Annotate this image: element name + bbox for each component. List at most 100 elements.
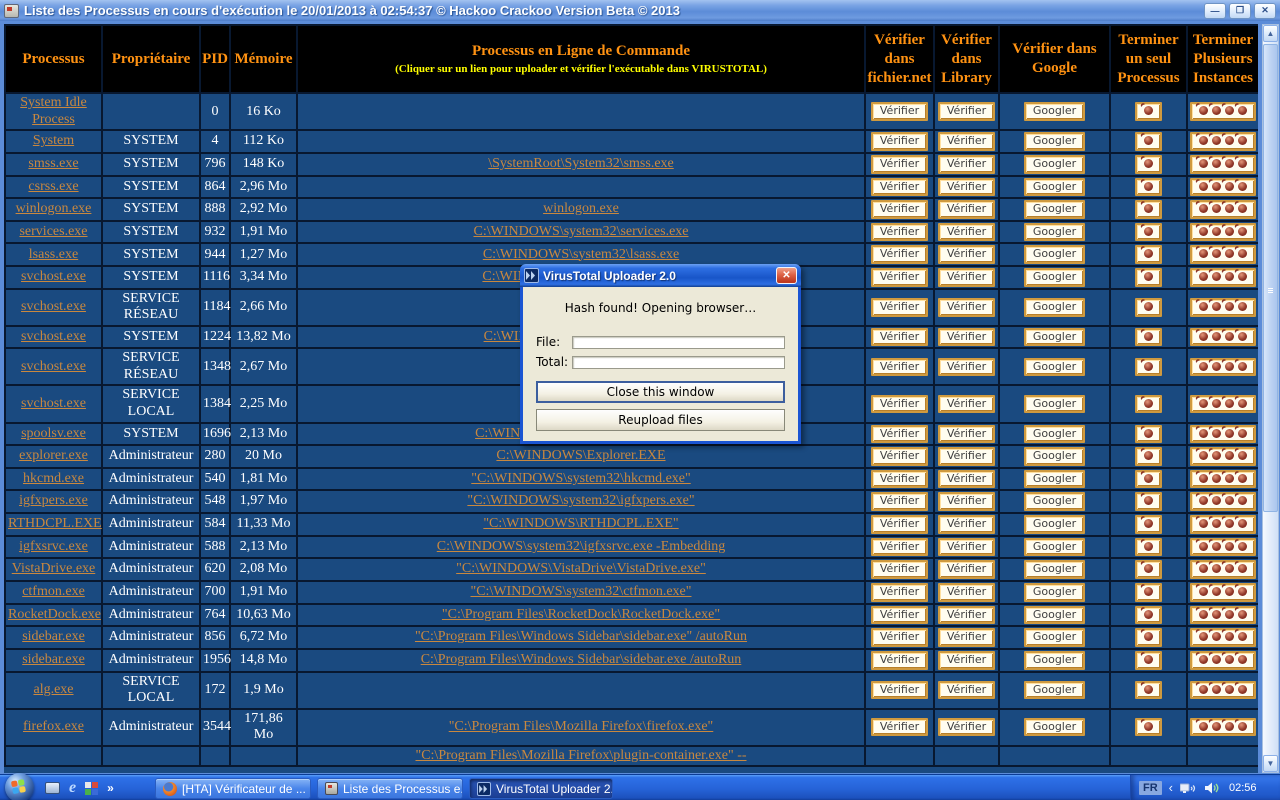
kill-process-button[interactable] bbox=[1135, 583, 1162, 602]
kill-process-button[interactable] bbox=[1135, 132, 1162, 151]
kill-instances-button[interactable] bbox=[1190, 200, 1256, 219]
reupload-files-button[interactable]: Reupload files bbox=[536, 409, 785, 431]
kill-process-button[interactable] bbox=[1135, 425, 1162, 444]
tray-chevron-icon[interactable]: ‹ bbox=[1169, 781, 1173, 794]
verify-fichier-button[interactable]: Vérifier bbox=[871, 223, 928, 242]
verify-fichier-button[interactable]: Vérifier bbox=[871, 470, 928, 489]
googler-button[interactable]: Googler bbox=[1024, 628, 1085, 647]
googler-button[interactable]: Googler bbox=[1024, 447, 1085, 466]
verify-library-button[interactable]: Vérifier bbox=[938, 328, 995, 347]
googler-button[interactable]: Googler bbox=[1024, 651, 1085, 670]
verify-library-button[interactable]: Vérifier bbox=[938, 132, 995, 151]
verify-library-button[interactable]: Vérifier bbox=[938, 583, 995, 602]
commandline-link[interactable]: "C:\WINDOWS\RTHDCPL.EXE" bbox=[483, 516, 678, 531]
taskbar-task-virustotal[interactable]: VirusTotal Uploader 2.0 bbox=[469, 778, 613, 799]
googler-button[interactable]: Googler bbox=[1024, 470, 1085, 489]
restore-button[interactable]: ❐ bbox=[1229, 3, 1251, 19]
verify-fichier-button[interactable]: Vérifier bbox=[871, 447, 928, 466]
kill-instances-button[interactable] bbox=[1190, 328, 1256, 347]
quick-launch-app-icon[interactable] bbox=[85, 782, 98, 795]
verify-library-button[interactable]: Vérifier bbox=[938, 395, 995, 414]
kill-instances-button[interactable] bbox=[1190, 470, 1256, 489]
kill-process-button[interactable] bbox=[1135, 681, 1162, 700]
kill-instances-button[interactable] bbox=[1190, 628, 1256, 647]
verify-library-button[interactable]: Vérifier bbox=[938, 245, 995, 264]
verify-library-button[interactable]: Vérifier bbox=[938, 268, 995, 287]
kill-instances-button[interactable] bbox=[1190, 425, 1256, 444]
close-button[interactable]: ✕ bbox=[1254, 3, 1276, 19]
googler-button[interactable]: Googler bbox=[1024, 102, 1085, 121]
verify-fichier-button[interactable]: Vérifier bbox=[871, 358, 928, 377]
commandline-link[interactable]: C:\WINDOWS\system32\igfxsrvc.exe -Embedd… bbox=[437, 539, 726, 554]
process-link[interactable]: alg.exe bbox=[33, 682, 73, 697]
dialog-close-icon[interactable]: ✕ bbox=[776, 267, 797, 284]
kill-instances-button[interactable] bbox=[1190, 155, 1256, 174]
commandline-link[interactable]: C:\WINDOWS\system32\lsass.exe bbox=[483, 247, 679, 262]
kill-process-button[interactable] bbox=[1135, 268, 1162, 287]
kill-process-button[interactable] bbox=[1135, 470, 1162, 489]
kill-process-button[interactable] bbox=[1135, 155, 1162, 174]
kill-process-button[interactable] bbox=[1135, 492, 1162, 511]
verify-library-button[interactable]: Vérifier bbox=[938, 492, 995, 511]
verify-fichier-button[interactable]: Vérifier bbox=[871, 681, 928, 700]
verify-library-button[interactable]: Vérifier bbox=[938, 102, 995, 121]
commandline-link[interactable]: \SystemRoot\System32\smss.exe bbox=[488, 156, 674, 171]
process-link[interactable]: svchost.exe bbox=[21, 269, 86, 284]
process-link[interactable]: svchost.exe bbox=[21, 299, 86, 314]
verify-fichier-button[interactable]: Vérifier bbox=[871, 102, 928, 121]
kill-process-button[interactable] bbox=[1135, 200, 1162, 219]
verify-fichier-button[interactable]: Vérifier bbox=[871, 560, 928, 579]
kill-instances-button[interactable] bbox=[1190, 606, 1256, 625]
verify-library-button[interactable]: Vérifier bbox=[938, 560, 995, 579]
kill-process-button[interactable] bbox=[1135, 395, 1162, 414]
kill-instances-button[interactable] bbox=[1190, 102, 1256, 121]
process-link[interactable]: hkcmd.exe bbox=[23, 471, 84, 486]
kill-instances-button[interactable] bbox=[1190, 298, 1256, 317]
process-link[interactable]: System bbox=[33, 133, 74, 148]
commandline-link[interactable]: "C:\Program Files\RocketDock\RocketDock.… bbox=[442, 607, 720, 622]
googler-button[interactable]: Googler bbox=[1024, 606, 1085, 625]
verify-library-button[interactable]: Vérifier bbox=[938, 178, 995, 197]
verify-fichier-button[interactable]: Vérifier bbox=[871, 298, 928, 317]
kill-instances-button[interactable] bbox=[1190, 358, 1256, 377]
verify-fichier-button[interactable]: Vérifier bbox=[871, 606, 928, 625]
googler-button[interactable]: Googler bbox=[1024, 268, 1085, 287]
verify-fichier-button[interactable]: Vérifier bbox=[871, 155, 928, 174]
kill-process-button[interactable] bbox=[1135, 245, 1162, 264]
verify-fichier-button[interactable]: Vérifier bbox=[871, 515, 928, 534]
commandline-link[interactable]: "C:\Program Files\Windows Sidebar\sideba… bbox=[415, 629, 747, 644]
process-link[interactable]: svchost.exe bbox=[21, 359, 86, 374]
process-link[interactable]: services.exe bbox=[19, 224, 87, 239]
kill-process-button[interactable] bbox=[1135, 515, 1162, 534]
commandline-link[interactable]: "C:\WINDOWS\VistaDrive\VistaDrive.exe" bbox=[456, 561, 706, 576]
process-link[interactable]: RTHDCPL.EXE bbox=[8, 516, 102, 531]
commandline-link[interactable]: winlogon.exe bbox=[543, 201, 619, 216]
taskbar-task-hta[interactable]: [HTA] Vérificateur de ... bbox=[155, 778, 311, 799]
kill-instances-button[interactable] bbox=[1190, 515, 1256, 534]
googler-button[interactable]: Googler bbox=[1024, 328, 1085, 347]
commandline-link[interactable]: "C:\Program Files\Mozilla Firefox\firefo… bbox=[449, 719, 714, 734]
kill-process-button[interactable] bbox=[1135, 718, 1162, 737]
verify-fichier-button[interactable]: Vérifier bbox=[871, 178, 928, 197]
network-icon[interactable] bbox=[1180, 781, 1197, 795]
googler-button[interactable]: Googler bbox=[1024, 223, 1085, 242]
verify-library-button[interactable]: Vérifier bbox=[938, 515, 995, 534]
verify-library-button[interactable]: Vérifier bbox=[938, 223, 995, 242]
verify-library-button[interactable]: Vérifier bbox=[938, 606, 995, 625]
googler-button[interactable]: Googler bbox=[1024, 515, 1085, 534]
googler-button[interactable]: Googler bbox=[1024, 718, 1085, 737]
verify-fichier-button[interactable]: Vérifier bbox=[871, 538, 928, 557]
kill-instances-button[interactable] bbox=[1190, 560, 1256, 579]
scroll-down-icon[interactable]: ▼ bbox=[1263, 755, 1278, 772]
kill-process-button[interactable] bbox=[1135, 560, 1162, 579]
language-indicator[interactable]: FR bbox=[1139, 781, 1162, 795]
show-desktop-icon[interactable] bbox=[45, 782, 60, 794]
commandline-link[interactable]: C:\WINDOWS\Explorer.EXE bbox=[496, 448, 665, 463]
minimize-button[interactable]: — bbox=[1204, 3, 1226, 19]
kill-instances-button[interactable] bbox=[1190, 268, 1256, 287]
verify-library-button[interactable]: Vérifier bbox=[938, 155, 995, 174]
vertical-scrollbar[interactable]: ▲ ▼ bbox=[1262, 24, 1279, 773]
process-link[interactable]: svchost.exe bbox=[21, 329, 86, 344]
process-link[interactable]: igfxsrvc.exe bbox=[19, 539, 88, 554]
process-link[interactable]: winlogon.exe bbox=[16, 201, 92, 216]
